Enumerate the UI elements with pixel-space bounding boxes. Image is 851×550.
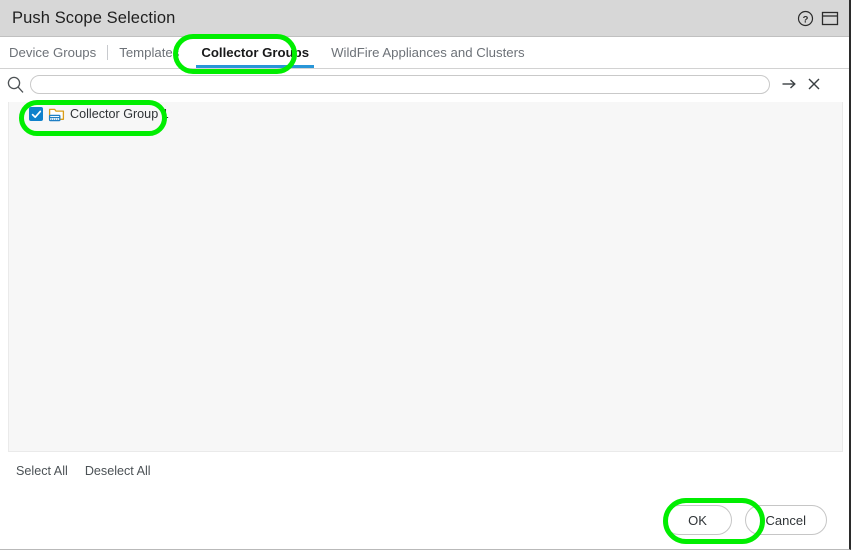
help-circle-icon[interactable]: ? bbox=[797, 10, 814, 27]
svg-text:?: ? bbox=[803, 14, 809, 25]
search-row bbox=[0, 70, 849, 98]
tab-label: Collector Groups bbox=[201, 44, 310, 60]
list-item-checkbox[interactable] bbox=[29, 107, 43, 121]
close-icon[interactable] bbox=[806, 76, 822, 92]
tab-device-groups[interactable]: Device Groups bbox=[0, 36, 107, 68]
collector-group-folder-icon bbox=[48, 106, 65, 123]
tab-label: WildFire Appliances and Clusters bbox=[331, 44, 525, 60]
deselect-all-button[interactable]: Deselect All bbox=[85, 464, 151, 478]
search-icon bbox=[0, 75, 30, 94]
arrow-right-icon[interactable] bbox=[781, 76, 797, 92]
cancel-button[interactable]: Cancel bbox=[744, 505, 827, 535]
search-actions bbox=[781, 76, 822, 92]
tab-templates[interactable]: Templates bbox=[108, 36, 190, 68]
dialog-footer: OK Cancel bbox=[663, 505, 827, 535]
list-item-label: Collector Group 1 bbox=[70, 107, 169, 121]
titlebar-actions: ? bbox=[797, 0, 839, 37]
tab-wildfire-appliances-and-clusters[interactable]: WildFire Appliances and Clusters bbox=[320, 36, 536, 68]
tab-bar: Device Groups Templates Collector Groups… bbox=[0, 37, 849, 69]
window-restore-icon[interactable] bbox=[821, 10, 839, 27]
search-input[interactable] bbox=[30, 74, 770, 94]
ok-button[interactable]: OK bbox=[663, 505, 732, 535]
tab-label: Device Groups bbox=[9, 44, 97, 60]
select-all-button[interactable]: Select All bbox=[16, 464, 68, 478]
tab-label: Templates bbox=[119, 44, 180, 60]
list-item[interactable]: Collector Group 1 bbox=[9, 102, 842, 126]
dialog-title: Push Scope Selection bbox=[12, 8, 176, 27]
collector-groups-list: Collector Group 1 bbox=[8, 102, 843, 452]
dialog-titlebar: Push Scope Selection ? bbox=[0, 0, 849, 37]
selection-actions: Select All Deselect All bbox=[0, 460, 849, 482]
tab-collector-groups[interactable]: Collector Groups bbox=[190, 36, 320, 68]
push-scope-selection-dialog: Push Scope Selection ? Device Groups Tem… bbox=[0, 0, 851, 550]
